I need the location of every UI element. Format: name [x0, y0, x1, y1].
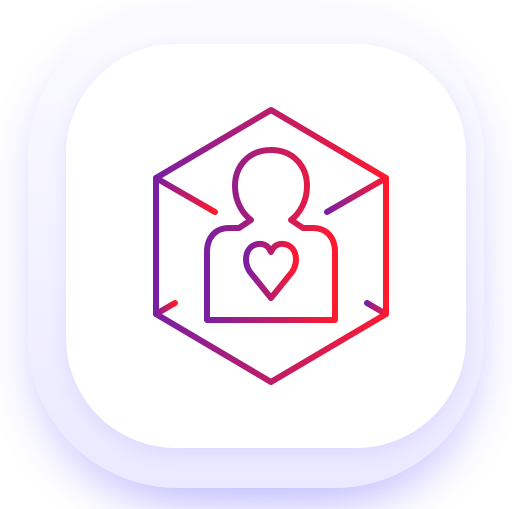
person-heart-hexagon-icon [153, 107, 389, 385]
tick-upper-right [324, 175, 389, 215]
icon-stage [0, 0, 512, 509]
heart [243, 240, 299, 301]
tick-upper-left [153, 175, 218, 215]
